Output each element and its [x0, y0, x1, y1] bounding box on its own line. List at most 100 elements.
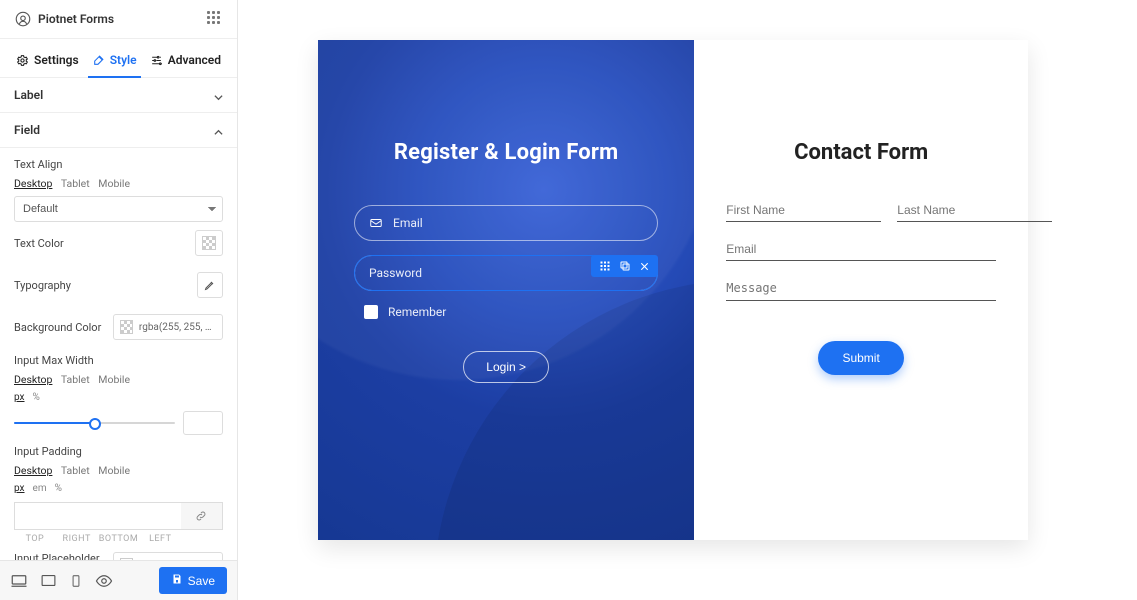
- color-text-swatch[interactable]: [195, 230, 223, 256]
- app-menu-icon[interactable]: [207, 11, 223, 27]
- device-desktop[interactable]: Desktop: [14, 464, 52, 477]
- tablet-icon[interactable]: [40, 572, 57, 589]
- sidebar-panel: Piotnet Forms Settings Style: [0, 0, 238, 600]
- padding-bottom-input[interactable]: [98, 503, 139, 529]
- login-pane: Register & Login Form Email Password: [318, 40, 694, 540]
- label-text-color: Text Color: [14, 237, 64, 250]
- row-background-color: Background Color rgba(255, 255, 255,: [14, 306, 223, 348]
- contact-title: Contact Form: [726, 140, 996, 165]
- max-width-slider-row: [14, 407, 223, 439]
- section-field-title: Field: [14, 123, 40, 137]
- padding-left-input[interactable]: [139, 503, 180, 529]
- tab-style[interactable]: Style: [88, 49, 141, 77]
- row-text-color: Text Color: [14, 222, 223, 264]
- unit-px[interactable]: px: [14, 483, 25, 494]
- close-icon[interactable]: [639, 261, 650, 272]
- device-toggle-maxwidth: Desktop Tablet Mobile: [14, 373, 223, 386]
- device-tablet[interactable]: Tablet: [61, 373, 90, 386]
- save-button[interactable]: Save: [159, 567, 227, 594]
- tab-advanced[interactable]: Advanced: [146, 49, 225, 77]
- gear-icon: [16, 54, 29, 67]
- select-text-align[interactable]: Default: [14, 196, 223, 222]
- label-text-align: Text Align: [14, 158, 223, 171]
- device-tablet[interactable]: Tablet: [61, 177, 90, 190]
- checker-icon: [202, 236, 216, 250]
- device-tablet[interactable]: Tablet: [61, 464, 90, 477]
- device-desktop[interactable]: Desktop: [14, 373, 52, 386]
- first-name-input[interactable]: [726, 199, 881, 222]
- color-placeholder-swatch[interactable]: rgba(255, 255, 255,: [113, 552, 223, 560]
- save-disk-icon: [171, 573, 183, 588]
- login-email-placeholder: Email: [393, 216, 423, 230]
- label-placeholder-color: Input Placeholder Color: [14, 552, 113, 560]
- max-width-units: px %: [14, 392, 223, 407]
- login-password-placeholder: Password: [369, 266, 422, 280]
- brand-icon: [14, 10, 32, 28]
- section-label-title: Label: [14, 88, 43, 102]
- padding-units: px em %: [14, 483, 223, 498]
- device-mobile[interactable]: Mobile: [98, 177, 130, 190]
- login-title: Register & Login Form: [354, 140, 658, 165]
- section-field[interactable]: Field: [0, 113, 237, 148]
- device-toggle-align: Desktop Tablet Mobile: [14, 177, 223, 190]
- device-switcher: [10, 572, 113, 590]
- device-desktop[interactable]: Desktop: [14, 177, 52, 190]
- sliders-icon: [150, 54, 163, 67]
- pad-right-label: RIGHT: [56, 534, 98, 544]
- last-name-input[interactable]: [897, 199, 1052, 222]
- color-background-swatch[interactable]: rgba(255, 255, 255,: [113, 314, 223, 340]
- envelope-icon: [369, 216, 385, 230]
- unit-em[interactable]: em: [33, 483, 47, 494]
- unit-percent[interactable]: %: [33, 392, 40, 403]
- label-max-width: Input Max Width: [14, 354, 223, 367]
- login-password-field[interactable]: Password: [354, 255, 658, 291]
- padding-link-button[interactable]: [181, 503, 222, 529]
- pad-top-label: TOP: [14, 534, 56, 544]
- unit-px[interactable]: px: [14, 392, 25, 403]
- contact-message-input[interactable]: [726, 277, 996, 301]
- tab-advanced-label: Advanced: [168, 53, 221, 67]
- pad-bottom-label: BOTTOM: [98, 534, 140, 544]
- desktop-icon[interactable]: [10, 572, 28, 590]
- label-typography: Typography: [14, 279, 71, 292]
- section-field-body: Text Align Desktop Tablet Mobile Default…: [0, 148, 237, 560]
- sidebar-scroll[interactable]: Piotnet Forms Settings Style: [0, 0, 237, 560]
- save-label: Save: [188, 574, 215, 588]
- login-email-field[interactable]: Email: [354, 205, 658, 241]
- max-width-value-input[interactable]: [183, 411, 223, 435]
- tab-settings[interactable]: Settings: [12, 49, 83, 77]
- row-typography: Typography: [14, 264, 223, 306]
- submit-label: Submit: [842, 351, 879, 365]
- sidebar-header: Piotnet Forms: [0, 0, 237, 39]
- login-button[interactable]: Login >: [463, 351, 549, 383]
- padding-right-input[interactable]: [56, 503, 97, 529]
- max-width-slider[interactable]: [14, 415, 175, 431]
- tab-settings-label: Settings: [34, 53, 79, 67]
- chevron-up-icon: [214, 126, 223, 135]
- contact-submit-button[interactable]: Submit: [818, 341, 903, 375]
- background-color-value: rgba(255, 255, 255,: [139, 322, 216, 333]
- device-mobile[interactable]: Mobile: [98, 373, 130, 386]
- label-input-padding: Input Padding: [14, 445, 223, 458]
- brand: Piotnet Forms: [14, 10, 114, 28]
- brush-icon: [92, 54, 105, 67]
- duplicate-icon[interactable]: [619, 260, 631, 272]
- grid-icon[interactable]: [599, 260, 611, 272]
- contact-email-input[interactable]: [726, 238, 996, 261]
- preview-card: Register & Login Form Email Password: [318, 40, 1028, 540]
- device-toggle-padding: Desktop Tablet Mobile: [14, 464, 223, 477]
- remember-label: Remember: [388, 305, 446, 319]
- panel-tabs: Settings Style Advanced: [0, 39, 237, 78]
- typography-edit-button[interactable]: [197, 272, 223, 298]
- section-label[interactable]: Label: [0, 78, 237, 113]
- mobile-icon[interactable]: [69, 573, 83, 589]
- device-mobile[interactable]: Mobile: [98, 464, 130, 477]
- pad-link-label: [181, 534, 223, 544]
- preview-canvas: Register & Login Form Email Password: [238, 0, 1137, 600]
- chevron-down-icon: [214, 91, 223, 100]
- brand-label: Piotnet Forms: [38, 12, 114, 26]
- remember-checkbox[interactable]: [364, 305, 378, 319]
- preview-icon[interactable]: [95, 572, 113, 590]
- unit-percent[interactable]: %: [55, 483, 62, 494]
- padding-top-input[interactable]: [15, 503, 56, 529]
